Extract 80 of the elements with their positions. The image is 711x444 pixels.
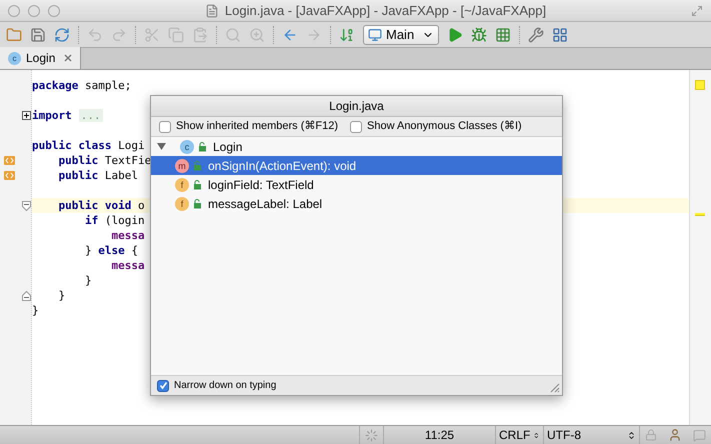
structure-item-label: messageLabel: Label: [208, 196, 322, 212]
code-line: public void o: [57, 198, 145, 213]
lock-icon: [193, 198, 202, 208]
lock-icon[interactable]: [645, 429, 658, 441]
structure-item-label: Login: [213, 138, 242, 156]
paste-icon[interactable]: [192, 26, 208, 42]
checkbox[interactable]: [159, 120, 171, 132]
checkbox[interactable]: [350, 120, 362, 132]
encoding-label: UTF-8: [547, 427, 581, 444]
code-line: package sample;: [32, 78, 132, 93]
close-icon[interactable]: [64, 54, 72, 62]
structure-item[interactable]: c Login: [151, 137, 562, 156]
code-line: if (login: [84, 213, 145, 228]
expand-arrow-icon[interactable]: [157, 142, 166, 151]
window-control[interactable]: [48, 4, 60, 16]
redo-icon[interactable]: [111, 26, 127, 42]
encoding-selector[interactable]: UTF-8: [543, 426, 639, 444]
forward-icon[interactable]: [306, 26, 322, 42]
message-icon[interactable]: [692, 428, 706, 442]
updown-icon: [533, 430, 540, 440]
popup-title: Login.java: [329, 98, 384, 115]
window-control[interactable]: [8, 4, 20, 16]
expand-fold-icon[interactable]: [22, 111, 31, 120]
window-icon: [368, 28, 382, 42]
code-line: }: [84, 273, 92, 288]
structure-item[interactable]: m onSignIn(ActionEvent): void: [151, 156, 562, 175]
updown-icon: [627, 430, 636, 440]
status-marker-icon: [695, 80, 705, 90]
fullscreen-icon[interactable]: [691, 4, 703, 16]
editor-tab[interactable]: c Login: [0, 47, 82, 69]
warning-marker-icon: [695, 213, 705, 216]
line-separator-label: CRLF: [499, 427, 530, 444]
folder-icon[interactable]: [6, 26, 22, 42]
sync-icon[interactable]: [54, 26, 70, 42]
class-icon: c: [180, 140, 194, 154]
code-line: public class Logi: [32, 138, 145, 153]
code-line: messa: [110, 258, 145, 273]
sort-binary-icon[interactable]: [339, 26, 355, 42]
structure-item[interactable]: f messageLabel: Label: [151, 194, 562, 213]
window-title: Login.java - [JavaFXApp] - JavaFXApp - [~/JavaFXApp]: [224, 2, 546, 20]
structure-item-label: onSignIn(ActionEvent): void: [208, 158, 356, 174]
copy-icon[interactable]: [168, 26, 184, 42]
lock-icon: [193, 180, 202, 190]
override-icon[interactable]: [4, 156, 15, 165]
debug-icon[interactable]: [471, 26, 488, 42]
caret-position[interactable]: 11:25: [383, 426, 495, 444]
search-icon[interactable]: [225, 26, 241, 42]
field-icon: f: [175, 196, 189, 210]
back-icon[interactable]: [282, 26, 298, 42]
code-line: messa: [110, 228, 145, 243]
settings-icon[interactable]: [528, 26, 544, 42]
code-line: }: [32, 303, 39, 318]
tab-label: Login: [26, 50, 56, 67]
file-icon: [204, 4, 219, 18]
lock-icon: [198, 142, 207, 152]
option-label: Show Anonymous Classes (⌘I): [367, 119, 522, 134]
undo-icon[interactable]: [87, 26, 103, 42]
progress-spinner-icon: [365, 428, 378, 442]
structure-item-label: loginField: TextField: [208, 176, 314, 194]
option-label: Narrow down on typing: [174, 379, 276, 393]
code-line: import ...: [32, 108, 103, 123]
cut-icon[interactable]: [144, 26, 160, 42]
run-icon[interactable]: [447, 26, 464, 42]
class-icon: c: [8, 52, 21, 64]
resize-grip-icon[interactable]: [548, 381, 560, 393]
override-icon[interactable]: [4, 171, 15, 180]
option-label: Show inherited members (⌘F12): [176, 119, 338, 134]
code-line: public Label: [57, 168, 138, 183]
method-icon: m: [175, 158, 189, 172]
checkbox[interactable]: [157, 380, 169, 392]
code-line: }: [57, 288, 66, 303]
project-structure-icon[interactable]: [552, 26, 568, 42]
code-line: } else {: [84, 243, 138, 258]
window-control[interactable]: [28, 4, 40, 16]
save-icon[interactable]: [30, 26, 46, 42]
code-line: public TextFie: [57, 153, 152, 168]
run-config-dropdown[interactable]: Main: [363, 24, 440, 44]
lock-icon: [193, 160, 202, 170]
field-icon: f: [175, 178, 189, 192]
structure-item[interactable]: f loginField: TextField: [151, 175, 562, 194]
